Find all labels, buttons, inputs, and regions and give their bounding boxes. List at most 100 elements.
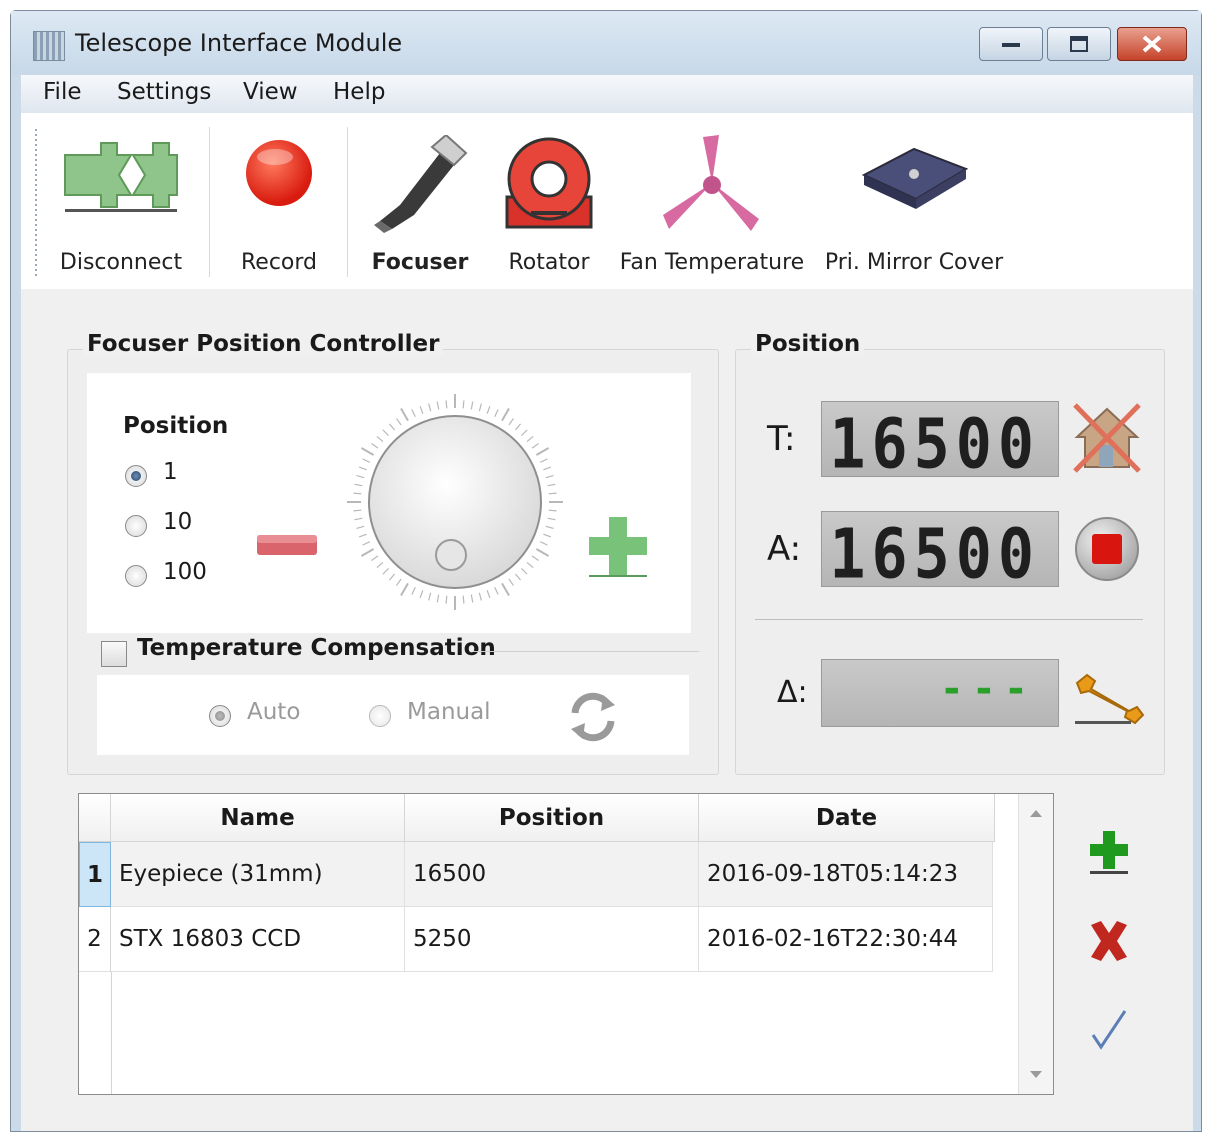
- menu-bar: File Settings View Help: [21, 75, 1193, 113]
- apply-preset-button[interactable]: [1089, 1007, 1129, 1051]
- toolbar-grip[interactable]: [35, 129, 37, 279]
- temperature-label: Temperature: [664, 250, 805, 275]
- menu-settings[interactable]: Settings: [117, 79, 211, 105]
- menu-help[interactable]: Help: [333, 79, 385, 105]
- step-100-radio[interactable]: [125, 565, 147, 587]
- fan-icon: [663, 135, 759, 231]
- table-row[interactable]: 2 STX 16803 CCD 5250 2016-02-16T22:30:44: [79, 907, 993, 972]
- cell-name[interactable]: Eyepiece (31mm): [111, 842, 405, 907]
- step-1-label: 1: [163, 459, 178, 485]
- mirror-cover-button[interactable]: Pri. Mirror Cover: [821, 129, 1007, 279]
- step-1-radio[interactable]: [125, 465, 147, 487]
- dial-tick: [543, 533, 552, 538]
- focuser-dial-panel: Position 1 10 100: [87, 373, 691, 633]
- rotator-button[interactable]: Rotator: [491, 129, 607, 279]
- record-button[interactable]: Record: [221, 129, 337, 279]
- dial-tick: [545, 525, 554, 529]
- fan-temperature-button[interactable]: Fan Temperature: [617, 129, 807, 279]
- increase-button[interactable]: [585, 513, 651, 579]
- row-number: 1: [79, 842, 111, 907]
- dial-tick: [428, 592, 432, 601]
- temp-comp-checkbox[interactable]: [101, 641, 127, 667]
- close-button[interactable]: [1117, 27, 1187, 61]
- focuser-label: Focuser: [371, 250, 469, 275]
- cell-position[interactable]: 16500: [405, 842, 699, 907]
- delete-preset-button[interactable]: [1087, 919, 1131, 963]
- target-label: T:: [767, 419, 796, 459]
- title-bar[interactable]: Telescope Interface Module: [11, 11, 1201, 75]
- dial-tick: [462, 400, 465, 409]
- manual-mode-label: Manual: [407, 699, 491, 725]
- dial-tick: [400, 582, 409, 597]
- auto-mode-label: Auto: [247, 699, 301, 725]
- dial-tick: [508, 418, 514, 426]
- dial-tick: [376, 435, 384, 443]
- menu-view[interactable]: View: [243, 79, 298, 105]
- actual-label: A:: [767, 529, 802, 569]
- record-label: Record: [240, 250, 317, 275]
- actual-display: 16500: [821, 511, 1059, 595]
- temp-comp-panel: Auto Manual: [97, 675, 689, 755]
- table-scrollbar[interactable]: [1018, 794, 1053, 1094]
- dial-tick: [521, 429, 528, 436]
- close-icon: [1142, 35, 1162, 53]
- position-divider: [755, 619, 1143, 620]
- manual-mode-radio[interactable]: [369, 705, 391, 727]
- dial-tick: [535, 447, 550, 456]
- focuser-controller-title: Focuser Position Controller: [83, 331, 444, 357]
- focuser-dial-knob[interactable]: [345, 389, 565, 615]
- scroll-up-icon[interactable]: [1029, 808, 1043, 818]
- dial-tick: [539, 541, 548, 546]
- column-header-name[interactable]: Name: [111, 794, 405, 842]
- step-position-label: Position: [123, 413, 229, 439]
- delta-label: Δ:: [777, 675, 808, 710]
- rotator-icon: [505, 137, 593, 229]
- stop-button[interactable]: [1073, 515, 1143, 585]
- dial-tick: [548, 492, 557, 495]
- column-header-date[interactable]: Date: [699, 794, 995, 842]
- dial-tick: [526, 435, 534, 443]
- dial-tick: [445, 400, 448, 409]
- scroll-down-icon[interactable]: [1029, 1070, 1043, 1080]
- dial-tick: [388, 423, 396, 431]
- dial-tick: [356, 475, 365, 479]
- wrench-icon[interactable]: [1073, 671, 1145, 725]
- cell-date[interactable]: 2016-09-18T05:14:23: [699, 842, 993, 907]
- disconnect-button[interactable]: Disconnect: [51, 129, 191, 279]
- cell-position[interactable]: 5250: [405, 907, 699, 972]
- menu-file[interactable]: File: [43, 79, 82, 105]
- auto-mode-radio[interactable]: [209, 705, 231, 727]
- focuser-icon: [374, 135, 468, 233]
- mirror-cover-icon: [861, 147, 969, 209]
- focuser-button[interactable]: Focuser: [361, 129, 479, 279]
- refresh-icon[interactable]: [567, 691, 619, 743]
- dial-tick: [486, 590, 491, 599]
- delta-display: ---: [821, 659, 1059, 727]
- dial-tick: [548, 509, 557, 512]
- home-disabled-icon[interactable]: [1071, 401, 1143, 475]
- add-preset-button[interactable]: [1087, 829, 1131, 875]
- minimize-button[interactable]: [979, 27, 1043, 61]
- cell-name[interactable]: STX 16803 CCD: [111, 907, 405, 972]
- dial-tick: [436, 401, 440, 410]
- temp-comp-divider: [473, 651, 699, 652]
- table-row[interactable]: 1 Eyepiece (31mm) 16500 2016-09-18T05:14…: [79, 842, 993, 907]
- dial-tick: [470, 401, 474, 410]
- restore-button[interactable]: [1047, 27, 1111, 61]
- dial-tick: [428, 403, 432, 412]
- presets-table: Name Position Date 1 Eyepiece (31mm) 165…: [78, 793, 1054, 1095]
- dial-tick: [362, 541, 371, 546]
- dial-tick: [436, 594, 440, 603]
- cell-date[interactable]: 2016-02-16T22:30:44: [699, 907, 993, 972]
- dial-tick: [535, 548, 550, 557]
- step-10-radio[interactable]: [125, 515, 147, 537]
- toolbar-separator: [347, 127, 348, 277]
- dial-tick: [371, 555, 379, 561]
- decrease-button[interactable]: [255, 533, 319, 559]
- dial-tick: [478, 403, 482, 412]
- temp-comp-label: Temperature Compensation: [137, 635, 500, 661]
- dial-tick: [362, 458, 371, 463]
- target-display: 16500: [821, 401, 1059, 485]
- toolbar-separator: [209, 127, 210, 277]
- column-header-position[interactable]: Position: [405, 794, 699, 842]
